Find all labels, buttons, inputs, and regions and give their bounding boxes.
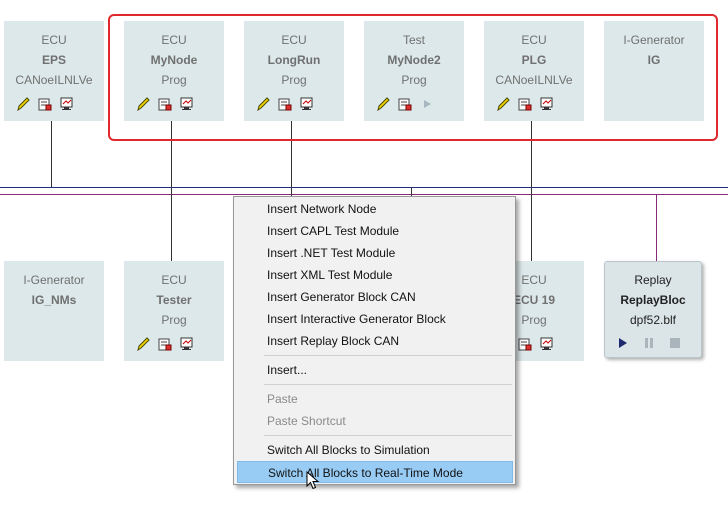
- menu-item-insert-capl-test-module[interactable]: Insert CAPL Test Module: [237, 220, 513, 242]
- block-replay[interactable]: Replay ReplayBloc dpf52.blf: [604, 261, 702, 358]
- connector-replay: [656, 194, 657, 261]
- menu-separator: [264, 384, 512, 385]
- selection-rectangle: [108, 14, 718, 141]
- connector-tester: [171, 194, 172, 261]
- block-eps[interactable]: ECU EPS CANoeILNLVe: [4, 21, 104, 121]
- menu-item-paste-shortcut: Paste Shortcut: [267, 414, 346, 428]
- context-menu: Insert Network Node Insert CAPL Test Mod…: [233, 196, 516, 485]
- mouse-cursor-icon: [306, 471, 320, 490]
- block-sub: Prog: [161, 313, 187, 327]
- sim-icon[interactable]: [179, 336, 195, 352]
- block-name: Tester: [156, 293, 192, 307]
- pencil-icon[interactable]: [135, 336, 151, 352]
- menu-item-insert-generator-block-can[interactable]: Insert Generator Block CAN: [237, 286, 513, 308]
- menu-item-switch-to-simulation[interactable]: Switch All Blocks to Simulation: [237, 439, 513, 461]
- pencil-icon[interactable]: [15, 96, 31, 112]
- menu-item-insert-replay-block-can[interactable]: Insert Replay Block CAN: [237, 330, 513, 352]
- db-icon[interactable]: [157, 336, 173, 352]
- replay-type: Replay: [634, 273, 672, 287]
- menu-item-insert-interactive-generator-block[interactable]: Insert Interactive Generator Block: [237, 308, 513, 330]
- db-icon[interactable]: [37, 96, 53, 112]
- block-name: IG_NMs: [31, 293, 77, 307]
- sim-icon[interactable]: [539, 336, 555, 352]
- play-icon[interactable]: [615, 337, 631, 353]
- db-icon[interactable]: [517, 336, 533, 352]
- replay-file: dpf52.blf: [629, 313, 677, 327]
- menu-separator: [264, 355, 512, 356]
- connector-plg: [531, 121, 532, 261]
- menu-item-insert-xml-test-module[interactable]: Insert XML Test Module: [237, 264, 513, 286]
- block-type: I-Generator: [23, 273, 85, 287]
- block-tester[interactable]: ECU Tester Prog: [124, 261, 224, 361]
- sim-icon[interactable]: [59, 96, 75, 112]
- block-ig-nms[interactable]: I-Generator IG_NMs: [4, 261, 104, 361]
- stop-icon[interactable]: [667, 337, 683, 353]
- block-sub: CANoeILNLVe: [15, 73, 93, 87]
- menu-item-switch-to-real-time-mode[interactable]: Switch All Blocks to Real-Time Mode: [237, 461, 513, 483]
- block-type: ECU: [41, 33, 67, 47]
- bus-line-purple: [0, 194, 728, 195]
- block-type: ECU: [161, 273, 187, 287]
- pause-icon[interactable]: [641, 337, 657, 353]
- replay-name: ReplayBloc: [620, 293, 686, 307]
- connector-eps: [51, 121, 52, 187]
- menu-separator: [264, 435, 512, 436]
- block-name: EPS: [41, 53, 66, 67]
- menu-item-insert-network-node[interactable]: Insert Network Node: [237, 198, 513, 220]
- connector-mynode2: [411, 187, 412, 196]
- menu-item-insert[interactable]: Insert...: [237, 359, 513, 381]
- menu-item-insert-net-test-module[interactable]: Insert .NET Test Module: [237, 242, 513, 264]
- menu-item-paste: Paste: [267, 392, 298, 406]
- bus-line-blue: [0, 187, 728, 188]
